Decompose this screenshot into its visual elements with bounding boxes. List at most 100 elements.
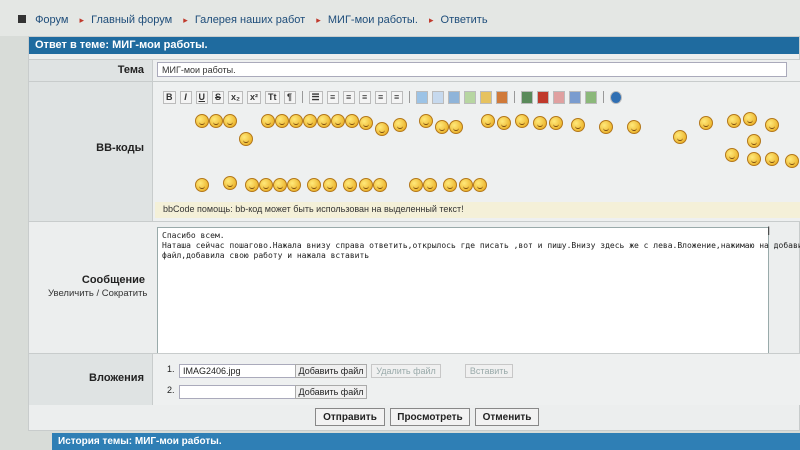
smiley-icon[interactable] bbox=[459, 178, 473, 192]
smiley-icon[interactable] bbox=[343, 178, 357, 192]
smiley-icon[interactable] bbox=[765, 152, 779, 166]
numbered-list-icon[interactable]: ≡ bbox=[326, 90, 339, 104]
smiley-icon[interactable] bbox=[473, 178, 487, 192]
smiley-icon[interactable] bbox=[359, 116, 373, 130]
preview-button[interactable]: Просмотреть bbox=[390, 408, 470, 426]
code-icon[interactable]: c bbox=[431, 90, 444, 104]
help-icon[interactable]: ? bbox=[609, 90, 622, 104]
smiley-icon[interactable] bbox=[765, 118, 779, 132]
quote-icon[interactable]: q bbox=[415, 90, 428, 104]
media-icon[interactable]: m bbox=[520, 90, 533, 104]
smiley-icon[interactable] bbox=[423, 178, 437, 192]
insert-button[interactable]: Вставить bbox=[465, 364, 513, 378]
align-right-icon[interactable]: ≡ bbox=[374, 90, 387, 104]
smiley-icon[interactable] bbox=[303, 114, 317, 128]
picture-icon[interactable]: p bbox=[584, 90, 597, 104]
smiley-icon[interactable] bbox=[331, 114, 345, 128]
smiley-icon[interactable] bbox=[245, 178, 259, 192]
smiley-icon[interactable] bbox=[273, 178, 287, 192]
smiley-icon[interactable] bbox=[195, 178, 209, 192]
subscript-button[interactable]: x₂ bbox=[228, 90, 244, 104]
smiley-icon[interactable] bbox=[747, 134, 761, 148]
smiley-icon[interactable] bbox=[549, 116, 563, 130]
italic-button[interactable]: I bbox=[179, 90, 192, 104]
smiley-icon[interactable] bbox=[435, 120, 449, 134]
smiley-icon[interactable] bbox=[533, 116, 547, 130]
cancel-button[interactable]: Отменить bbox=[475, 408, 539, 426]
smiley-icon[interactable] bbox=[345, 114, 359, 128]
smiley-icon[interactable] bbox=[375, 122, 389, 136]
smiley-icon[interactable] bbox=[275, 114, 289, 128]
underline-button[interactable]: U bbox=[195, 90, 208, 104]
breadcrumb-reply: Ответить bbox=[440, 14, 488, 26]
teletype-button[interactable]: Tt bbox=[265, 90, 280, 104]
smiley-icon[interactable] bbox=[419, 114, 433, 128]
smiley-icon[interactable] bbox=[259, 178, 273, 192]
smiley-icon[interactable] bbox=[443, 178, 457, 192]
email-icon[interactable]: e bbox=[495, 90, 508, 104]
attachment-2-file-input[interactable] bbox=[179, 385, 302, 399]
smiley-icon[interactable] bbox=[359, 178, 373, 192]
message-textarea[interactable]: Спасибо всем. Наташа сейчас пошагово.Наж… bbox=[157, 227, 800, 356]
flash-icon[interactable]: f bbox=[536, 90, 549, 104]
smiley-icon[interactable] bbox=[261, 114, 275, 128]
smiley-icon[interactable] bbox=[409, 178, 423, 192]
smiley-icon[interactable] bbox=[373, 178, 387, 192]
breadcrumb-main-forum[interactable]: Главный форум bbox=[91, 14, 172, 26]
align-left-icon[interactable]: ≡ bbox=[342, 90, 355, 104]
smiley-icon[interactable] bbox=[317, 114, 331, 128]
smiley-icon[interactable] bbox=[599, 120, 613, 134]
subject-input[interactable]: МИГ-мои работы. bbox=[157, 62, 787, 77]
smiley-icon[interactable] bbox=[223, 176, 237, 190]
smiley-icon[interactable] bbox=[515, 114, 529, 128]
zoom-in-link[interactable]: Увеличить bbox=[48, 288, 94, 299]
paragraph-icon[interactable]: ¶ bbox=[283, 90, 296, 104]
smiley-icon[interactable] bbox=[627, 120, 641, 134]
smiley-icon[interactable] bbox=[725, 148, 739, 162]
smiley-icon[interactable] bbox=[481, 114, 495, 128]
zoom-out-link[interactable]: Сократить bbox=[102, 288, 148, 299]
smiley-icon[interactable] bbox=[209, 114, 223, 128]
smiley-icon[interactable] bbox=[393, 118, 407, 132]
smiley-icon[interactable] bbox=[239, 132, 253, 146]
bold-button[interactable]: B bbox=[163, 90, 176, 104]
list-icon[interactable]: ☰ bbox=[308, 90, 323, 104]
smiley-icon[interactable] bbox=[785, 154, 799, 168]
message-line: Наташа сейчас пошагово.Нажала внизу спра… bbox=[162, 241, 800, 250]
breadcrumb-arrow-icon: ▸ bbox=[79, 15, 85, 25]
image-icon[interactable]: i bbox=[463, 90, 476, 104]
message-line: файл,добавила свою работу и нажала встав… bbox=[162, 251, 370, 260]
smiley-icon[interactable] bbox=[289, 114, 303, 128]
font-size-icon[interactable]: s bbox=[568, 90, 581, 104]
breadcrumb-topic[interactable]: МИГ-мои работы. bbox=[328, 14, 418, 26]
smiley-icon[interactable] bbox=[743, 112, 757, 126]
add-file-button-2[interactable]: Добавить файл bbox=[295, 385, 367, 399]
smiley-icon[interactable] bbox=[223, 114, 237, 128]
smiley-icon[interactable] bbox=[307, 178, 321, 192]
smiley-icon[interactable] bbox=[449, 120, 463, 134]
smiley-icon[interactable] bbox=[195, 114, 209, 128]
color-icon[interactable]: k bbox=[552, 90, 565, 104]
smiley-icon[interactable] bbox=[287, 178, 301, 192]
smiley-icon[interactable] bbox=[497, 116, 511, 130]
align-justify-icon[interactable]: ≡ bbox=[390, 90, 403, 104]
smiley-icon[interactable] bbox=[727, 114, 741, 128]
submit-button[interactable]: Отправить bbox=[315, 408, 385, 426]
breadcrumb-forum[interactable]: Форум bbox=[35, 14, 68, 26]
table-icon[interactable]: t bbox=[447, 90, 460, 104]
align-center-icon[interactable]: ≡ bbox=[358, 90, 371, 104]
attachment-1-file-input[interactable]: IMAG2406.jpg bbox=[179, 364, 302, 378]
smiley-icon[interactable] bbox=[673, 130, 687, 144]
smiley-icon[interactable] bbox=[571, 118, 585, 132]
smiley-icon[interactable] bbox=[323, 178, 337, 192]
smiley-icon[interactable] bbox=[747, 152, 761, 166]
strike-button[interactable]: S bbox=[212, 90, 225, 104]
breadcrumb-gallery[interactable]: Галерея наших работ bbox=[195, 14, 305, 26]
superscript-button[interactable]: x² bbox=[247, 90, 262, 104]
smiley-icon[interactable] bbox=[699, 116, 713, 130]
toolbar-divider bbox=[513, 91, 515, 103]
bbcode-label: BB-коды bbox=[29, 82, 153, 221]
link-icon[interactable]: l bbox=[479, 90, 492, 104]
delete-file-button[interactable]: Удалить файл bbox=[371, 364, 441, 378]
add-file-button[interactable]: Добавить файл bbox=[295, 364, 367, 378]
